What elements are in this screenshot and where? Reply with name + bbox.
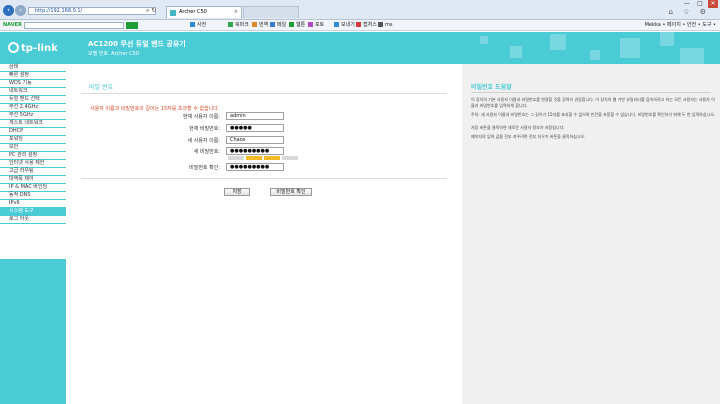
sidebar-item-wireless-5[interactable]: 무선 5GHz xyxy=(0,112,66,120)
help-divider xyxy=(471,92,711,93)
header-decoration xyxy=(440,32,720,64)
sidebar-item-pc-management[interactable]: PC 관리 설정 xyxy=(0,152,66,160)
model-number: 모델 번호. Archer C50 xyxy=(88,51,140,57)
help-paragraph: 이 장치의 기본 사용자 이름과 비밀번호를 변경할 것을 강력히 권장합니다.… xyxy=(471,97,715,108)
confirm-password-button[interactable]: 비밀번호 확인 xyxy=(270,188,312,196)
strength-bar-3 xyxy=(264,156,280,160)
toolbar-mail[interactable]: 메일 xyxy=(270,20,286,31)
page-title: 비밀 번호 xyxy=(89,84,113,91)
sidebar-item-network[interactable]: 네트워크 xyxy=(0,88,66,96)
tab-favicon-icon xyxy=(170,10,176,16)
main-panel: 비밀 번호 사용자 이름과 비밀번호의 길이는 15자를 초과할 수 없습니다.… xyxy=(66,64,462,404)
help-paragraph: 주의: 새 사용자 이름과 비밀번호는 그 길이가 15자를 초과할 수 없으며… xyxy=(471,112,716,117)
minimize-icon[interactable]: — xyxy=(682,0,692,8)
toolbar-capture[interactable]: 캡처스 xyxy=(356,20,377,31)
mail-icon xyxy=(270,22,275,27)
strength-bar-1 xyxy=(228,156,244,160)
sidebar-item-wireless-24[interactable]: 무선 2.4GHz xyxy=(0,104,66,112)
strength-bar-2 xyxy=(246,156,262,160)
forward-icon[interactable]: › xyxy=(15,5,26,16)
toolbar-webtoon[interactable]: 웹툰 xyxy=(289,20,305,31)
help-paragraph: 페이지의 입력 값을 전부 지우려면 전부 지우기 버튼을 클릭하십시오. xyxy=(471,134,586,139)
search-icon[interactable]: ⌕ ↻ xyxy=(146,7,156,15)
sidebar-item-guest-network[interactable]: 게스트 네트워크 xyxy=(0,120,66,128)
help-paragraph: 저장 버튼을 클릭하면 새로운 사용자 정보가 저장됩니다. xyxy=(471,125,565,130)
sidebar-item-quick-setup[interactable]: 빠른 설정 xyxy=(0,72,66,80)
address-bar[interactable]: http://192.168.0.1/ xyxy=(28,7,156,15)
toolbar-right-menu[interactable]: Mekka • 페이지 • 안전 • 도구 • xyxy=(645,20,716,31)
send-icon xyxy=(334,22,339,27)
sidebar-item-ddns[interactable]: 동적 DNS xyxy=(0,192,66,200)
sidebar-item-status[interactable]: 상태 xyxy=(0,64,66,72)
tplink-logo: tp-link xyxy=(8,42,58,54)
sidebar-item-advanced-routing[interactable]: 고급 라우팅 xyxy=(0,168,66,176)
naver-search-button[interactable] xyxy=(126,22,138,29)
sidebar-item-ip-mac[interactable]: IP & MAC 바인딩 xyxy=(0,184,66,192)
new-username-input[interactable]: Chaos xyxy=(226,136,284,144)
book-icon xyxy=(190,22,195,27)
toolbar-translate[interactable]: 번역 xyxy=(252,20,268,31)
bookmark-icon xyxy=(228,22,233,27)
toolbar-bookmark[interactable]: 북마크 xyxy=(228,20,249,31)
ms-icon xyxy=(378,22,383,27)
naver-search-input[interactable] xyxy=(24,22,124,29)
model-title: AC1200 무선 듀얼 밴드 공유기 xyxy=(88,40,186,48)
close-icon[interactable]: ✕ xyxy=(708,0,718,8)
tab-archer[interactable]: Archer C50 × xyxy=(166,6,242,18)
capture-icon xyxy=(356,22,361,27)
new-username-label: 새 사용자 이름: xyxy=(187,138,220,144)
toolbar-send[interactable]: 보내기 xyxy=(334,20,355,31)
current-password-input[interactable]: ●●●●● xyxy=(226,124,284,132)
tab-close-icon[interactable]: × xyxy=(234,7,238,17)
back-icon[interactable]: ‹ xyxy=(3,5,14,16)
sidebar-item-logout[interactable]: 로그 아웃 xyxy=(0,216,66,224)
sidebar-item-security[interactable]: 보안 xyxy=(0,144,66,152)
home-star-gear-icons[interactable]: ⌂ ☆ ⚙ xyxy=(669,8,710,16)
sidebar-item-forwarding[interactable]: 포워딩 xyxy=(0,136,66,144)
current-username-input[interactable]: admin xyxy=(226,112,284,120)
new-password-label: 새 비밀번호: xyxy=(193,149,220,155)
sidebar-item-dhcp[interactable]: DHCP xyxy=(0,128,66,136)
warning-text: 사용자 이름과 비밀번호의 길이는 15자를 초과할 수 없습니다. xyxy=(90,106,220,112)
translate-icon xyxy=(252,22,257,27)
naver-logo: NAVER xyxy=(3,22,22,28)
save-button[interactable]: 저장 xyxy=(224,188,250,196)
photo-icon xyxy=(308,22,313,27)
webtoon-icon xyxy=(289,22,294,27)
confirm-password-label: 비밀번호 확인: xyxy=(189,165,220,171)
help-panel: 비밀번호 도움말 이 장치의 기본 사용자 이름과 비밀번호를 변경할 것을 강… xyxy=(462,64,720,404)
router-header: tp-link AC1200 무선 듀얼 밴드 공유기 모델 번호. Arche… xyxy=(0,32,720,64)
sidebar-item-ipv6[interactable]: IPv6 xyxy=(0,200,66,208)
naver-toolbar: NAVER 사전 북마크 번역 메일 웹툰 포토 보내기 캡처스 ms Mekk… xyxy=(0,20,720,31)
divider xyxy=(81,178,447,179)
tplink-logo-icon xyxy=(8,42,19,53)
sidebar-item-access-control[interactable]: 인터넷 사용 제한 xyxy=(0,160,66,168)
help-title: 비밀번호 도움말 xyxy=(471,84,512,91)
sidebar-item-bandwidth[interactable]: 대역폭 제어 xyxy=(0,176,66,184)
confirm-password-input[interactable]: ●●●●●●●●● xyxy=(226,163,284,171)
sidebar-item-wds[interactable]: WDS 기능 xyxy=(0,80,66,88)
strength-bar-4 xyxy=(282,156,298,160)
current-password-label: 현재 비밀번호: xyxy=(189,126,220,132)
sidebar-item-dual-band[interactable]: 듀얼 밴드 선택 xyxy=(0,96,66,104)
current-username-label: 현재 사용자 이름: xyxy=(182,114,220,120)
toolbar-photo[interactable]: 포토 xyxy=(308,20,324,31)
toolbar-ms[interactable]: ms xyxy=(378,20,392,31)
toolbar-dictionary[interactable]: 사전 xyxy=(190,20,206,31)
browser-titlebar: ‹ › http://192.168.0.1/ ⌕ ↻ Archer C50 ×… xyxy=(0,0,720,20)
sidebar: 상태 빠른 설정 WDS 기능 네트워크 듀얼 밴드 선택 무선 2.4GHz … xyxy=(0,64,66,404)
maximize-icon[interactable]: □ xyxy=(695,0,705,8)
new-tab[interactable] xyxy=(243,6,299,18)
new-password-input[interactable]: ●●●●●●●●● xyxy=(226,147,284,155)
sidebar-fill xyxy=(0,259,66,404)
divider xyxy=(81,93,447,94)
sidebar-item-system-tools[interactable]: 시스템 도구 xyxy=(0,208,66,216)
tab-title: Archer C50 xyxy=(179,9,207,15)
